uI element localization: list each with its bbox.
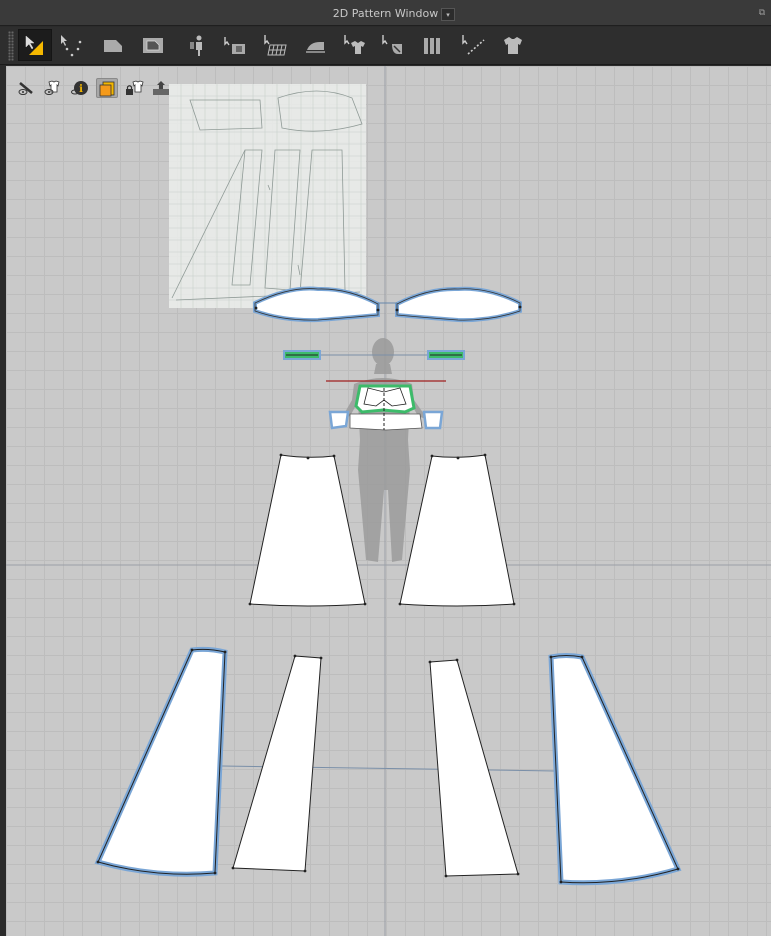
skirt-lower-panel-inner-right[interactable] bbox=[429, 659, 519, 877]
pattern-scene[interactable] bbox=[6, 66, 771, 936]
avatar-visibility-button[interactable] bbox=[42, 78, 64, 98]
pin-icon bbox=[382, 35, 402, 54]
edit-point-icon bbox=[61, 35, 82, 57]
float-window-button[interactable]: ⧉ bbox=[757, 8, 767, 18]
garment-fitting-tool-button[interactable] bbox=[338, 29, 372, 61]
mesh-grid-tool-button[interactable] bbox=[258, 29, 292, 61]
export-button[interactable] bbox=[150, 78, 172, 98]
iron-tool-button[interactable] bbox=[298, 29, 332, 61]
internal-polygon-tool-button[interactable] bbox=[136, 29, 170, 61]
avatar-arrangement-tool-button[interactable] bbox=[180, 29, 214, 61]
polygon-tool-button[interactable] bbox=[96, 29, 130, 61]
t-shirt-icon bbox=[504, 37, 522, 54]
pin-tool-button[interactable] bbox=[376, 29, 410, 61]
strap-pattern-right[interactable] bbox=[427, 350, 465, 360]
polygon-icon bbox=[104, 40, 122, 52]
bodice-pattern[interactable] bbox=[328, 384, 444, 431]
avatar-silhouette bbox=[340, 338, 428, 562]
export-icon bbox=[153, 81, 169, 95]
pattern-canvas[interactable]: i bbox=[6, 66, 771, 936]
seam-line-icon bbox=[462, 35, 485, 55]
fold-arrangement-tool-button[interactable] bbox=[218, 29, 252, 61]
collar-pattern-right[interactable] bbox=[395, 286, 522, 323]
show-hide-button[interactable] bbox=[15, 78, 37, 98]
fabric-color-button[interactable] bbox=[96, 78, 118, 98]
skirt-lower-panel-outer-left[interactable] bbox=[94, 646, 228, 877]
lock-icon bbox=[126, 80, 144, 95]
skirt-upper-panel-right[interactable] bbox=[399, 454, 515, 607]
internal-polygon-icon bbox=[143, 38, 163, 53]
iron-icon bbox=[306, 42, 325, 53]
seam-line-tool-button[interactable] bbox=[456, 29, 490, 61]
toolbar-grip[interactable] bbox=[8, 31, 14, 61]
pencil-eye-icon bbox=[18, 82, 33, 95]
pattern-toolbar bbox=[0, 27, 771, 65]
pleats-tool-button[interactable] bbox=[416, 29, 450, 61]
mesh-grid-icon bbox=[264, 35, 287, 56]
title-bar: 2D Pattern Window ▾ ⧉ bbox=[0, 0, 771, 26]
pleats-icon bbox=[424, 38, 440, 54]
window-title: 2D Pattern Window bbox=[332, 7, 439, 20]
transform-pattern-tool-button[interactable] bbox=[18, 29, 52, 61]
svg-text:i: i bbox=[79, 84, 83, 95]
skirt-upper-panel-left[interactable] bbox=[249, 454, 366, 607]
skirt-lower-panel-outer-right[interactable] bbox=[548, 653, 682, 886]
info-icon: i bbox=[71, 81, 88, 95]
edit-point-tool-button[interactable] bbox=[54, 29, 88, 61]
t-shirt-eye-icon bbox=[44, 80, 60, 95]
garment-fitting-icon bbox=[344, 35, 365, 54]
info-button[interactable]: i bbox=[69, 78, 91, 98]
avatar-arrangement-icon bbox=[190, 35, 202, 56]
window-menu-dropdown[interactable]: ▾ bbox=[441, 8, 455, 21]
lock-garment-button[interactable] bbox=[123, 78, 145, 98]
fold-arrangement-icon bbox=[224, 37, 245, 54]
strap-pattern-left[interactable] bbox=[283, 350, 321, 360]
reference-sketch-image[interactable] bbox=[169, 84, 366, 308]
skirt-lower-panel-inner-left[interactable] bbox=[232, 655, 322, 872]
transform-pattern-icon bbox=[25, 35, 43, 55]
fabric-color-icon bbox=[99, 81, 115, 97]
garment-tool-button[interactable] bbox=[496, 29, 530, 61]
